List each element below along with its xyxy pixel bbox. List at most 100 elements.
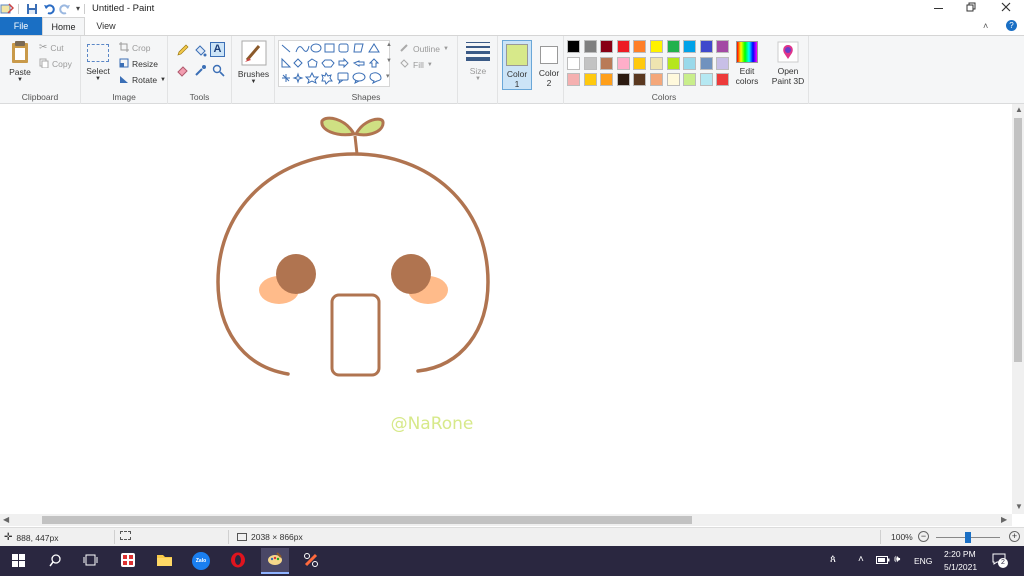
tab-file[interactable]: File [0,17,42,35]
close-button[interactable] [989,0,1023,17]
save-icon[interactable] [26,3,38,15]
color-swatch[interactable] [683,40,697,53]
taskbar-file-explorer[interactable] [153,550,175,572]
open-paint3d-button[interactable]: Open Paint 3D [768,41,808,86]
color-swatch[interactable] [600,40,614,53]
color-swatch[interactable] [583,40,597,53]
scroll-up-icon[interactable]: ▲ [1015,105,1023,114]
taskbar-zalo[interactable]: Zalo [190,550,212,572]
minimize-button[interactable] [921,0,955,17]
color-swatch[interactable] [716,56,730,70]
search-button[interactable] [44,550,66,572]
scroll-down-icon[interactable]: ▼ [1015,502,1023,511]
color-swatch[interactable] [650,40,663,53]
redo-icon[interactable] [59,3,71,15]
color-swatch[interactable] [600,73,614,86]
text-tool-icon[interactable]: A [210,42,225,57]
color2-button[interactable]: Color 2 [535,40,563,90]
zoom-in-icon[interactable]: + [1009,531,1020,542]
color-swatch[interactable] [616,56,630,70]
color-swatch[interactable] [666,56,680,70]
color-swatch[interactable] [616,73,630,86]
scroll-right-icon[interactable]: ▶ [1001,515,1007,524]
color-swatch[interactable] [683,56,697,70]
shapes-scroll-up-icon[interactable]: ▲ [386,42,392,48]
zoom-out-icon[interactable]: − [918,531,929,542]
outline-button[interactable]: Outline ▼ [399,42,449,55]
color-swatch[interactable] [716,40,730,53]
start-button[interactable] [7,550,29,572]
drawing-canvas[interactable]: @NaRone [0,104,1012,514]
taskbar-app-store[interactable] [117,550,139,572]
customize-qa-icon[interactable]: ▾ [76,4,80,13]
battery-icon[interactable] [876,556,890,566]
tab-home[interactable]: Home [42,17,85,35]
eraser-icon[interactable] [176,64,189,79]
fill-button[interactable]: Fill ▼ [399,58,433,71]
paste-button[interactable]: Paste ▼ [4,40,36,83]
ribbon-tabs: File Home View ˄ ? [0,17,1024,35]
taskbar-opera[interactable] [227,550,249,572]
color-swatch[interactable] [666,73,680,86]
restore-button[interactable] [954,0,988,17]
crop-button[interactable]: Crop [119,42,150,54]
taskbar-snip-tool[interactable] [300,550,322,572]
color-swatch[interactable] [567,40,580,53]
color-swatch[interactable] [583,73,597,86]
taskbar-paint-active[interactable] [261,548,289,574]
size-group: Size ▼ [458,36,498,104]
color1-button[interactable]: Color 1 [502,40,532,90]
undo-icon[interactable] [43,3,55,15]
zoom-slider-thumb[interactable] [965,532,971,543]
shapes-scroll-down-icon[interactable]: ▼ [386,58,392,64]
color-swatch[interactable] [583,56,597,70]
minimize-ribbon-icon[interactable]: ˄ [983,21,988,31]
fill-bucket-icon[interactable] [194,44,207,59]
shapes-gallery[interactable] [278,40,390,87]
clock-date[interactable]: 5/1/2021 [944,562,977,572]
color-swatch[interactable] [633,73,647,86]
scroll-left-icon[interactable]: ◀ [3,515,9,524]
color-swatch[interactable] [633,56,647,70]
tab-view[interactable]: View [85,17,127,35]
horizontal-scroll-thumb[interactable] [42,516,692,524]
help-icon[interactable]: ? [1006,20,1017,31]
color-swatch[interactable] [567,56,580,70]
copy-button[interactable]: Copy [39,58,72,70]
color-picker-icon[interactable] [194,64,207,79]
edit-colors-button[interactable]: Edit colors [730,41,764,86]
resize-button[interactable]: Resize [119,58,158,70]
input-language[interactable]: ENG [914,556,932,566]
color-swatch[interactable] [699,40,713,53]
magnifier-icon[interactable] [212,64,225,79]
color-swatch[interactable] [633,40,647,53]
color-swatch[interactable] [683,73,697,86]
vertical-scroll-thumb[interactable] [1014,118,1022,362]
task-view-button[interactable] [79,550,101,572]
size-button[interactable]: Size ▼ [462,42,494,82]
color-swatch[interactable] [650,73,663,86]
notification-count: 2 [998,558,1008,568]
color-swatch[interactable] [650,56,663,70]
clock-time[interactable]: 2:20 PM [944,549,976,559]
color-swatch[interactable] [567,73,580,86]
color-swatch[interactable] [699,73,713,86]
select-button[interactable]: Select ▼ [85,44,111,82]
vertical-scrollbar[interactable]: ▲ ▼ [1012,104,1024,514]
color-swatch[interactable] [616,40,630,53]
shapes-more-icon[interactable]: ▾ [386,72,390,80]
color-swatch[interactable] [666,40,680,53]
volume-icon[interactable]: 🕪 [894,554,900,565]
rotate-button[interactable]: Rotate ▼ [119,74,166,86]
zoom-slider[interactable] [936,532,1000,543]
horizontal-scrollbar[interactable]: ◀ ▶ [0,514,1012,526]
show-hidden-icons[interactable]: ˄ [858,554,864,565]
brushes-button[interactable]: Brushes ▼ [235,40,272,85]
color-swatch[interactable] [600,56,614,70]
notifications-button[interactable]: 2 [992,553,1008,568]
color-swatch[interactable] [716,73,730,86]
people-icon[interactable]: ጰ [830,554,836,565]
cut-button[interactable]: ✂ Cut [39,42,64,53]
pencil-icon[interactable] [176,44,189,59]
color-swatch[interactable] [699,56,713,70]
